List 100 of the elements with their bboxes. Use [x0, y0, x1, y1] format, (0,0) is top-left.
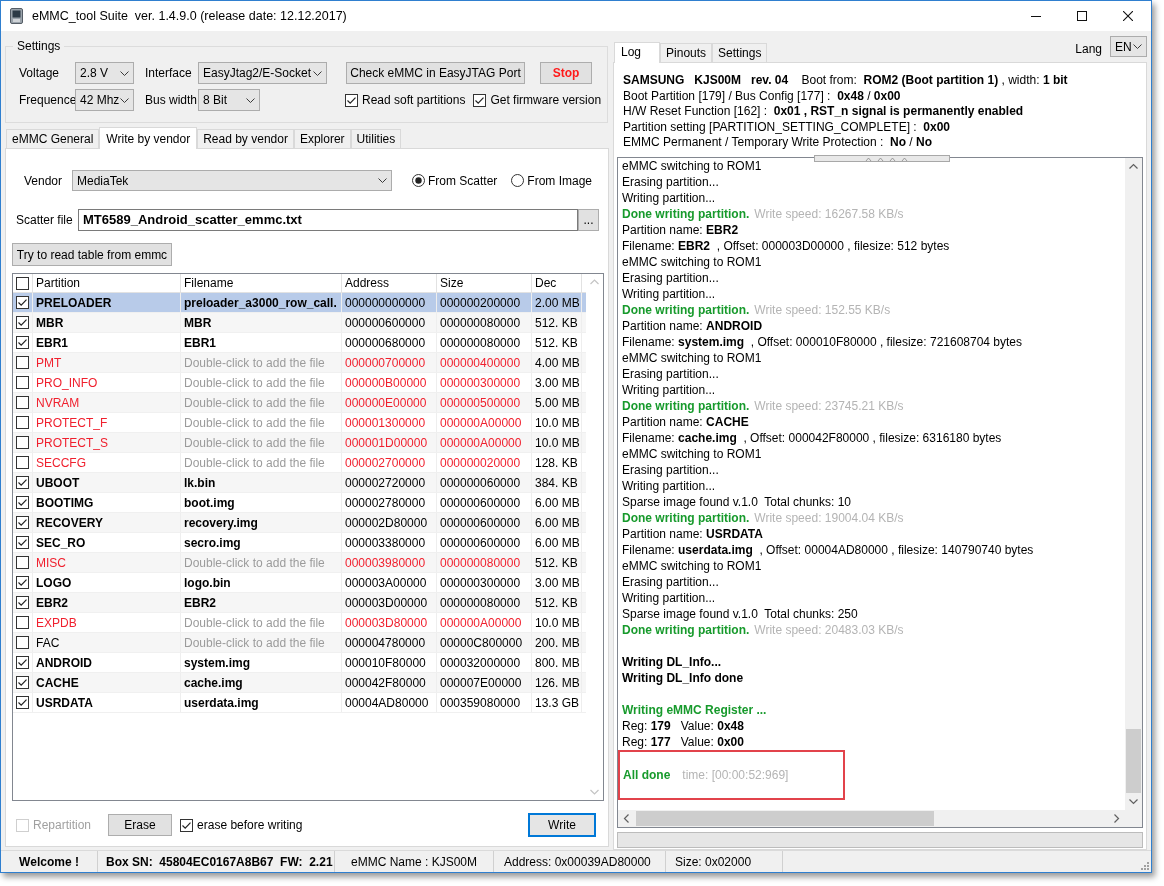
log-line: Sparse image found v.1.0 Total chunks: 250 [622, 605, 858, 622]
checkbox[interactable] [16, 376, 29, 389]
vendor-dropdown[interactable]: MediaTek [72, 170, 392, 191]
checkbox[interactable] [16, 296, 29, 309]
table-cell-text: FAC [36, 634, 60, 652]
checkbox-option[interactable]: erase before writing [180, 816, 303, 834]
table-row[interactable]: RECOVERY recovery.img 000002D80000 000000600000 6.00 MB [13, 513, 586, 533]
tab[interactable]: Utilities [350, 129, 402, 148]
vertical-scrollbar[interactable] [1125, 157, 1142, 810]
checkbox[interactable] [16, 556, 29, 569]
checkbox[interactable] [16, 496, 29, 509]
table-row[interactable]: PMT Double-click to add the file 000000700000 000000400000 4.00 MB [13, 353, 586, 373]
table-cell-text: EBR1 [184, 334, 216, 352]
table-row[interactable]: BOOTIMG boot.img 000002780000 000000600000 6.00 MB [13, 493, 586, 513]
table-row[interactable]: EBR2 EBR2 000003D00000 000000080000 512. KB [13, 593, 586, 613]
checkbox[interactable] [16, 456, 29, 469]
checkbox[interactable] [16, 436, 29, 449]
table-cell-text: RECOVERY [36, 514, 103, 532]
write-button[interactable]: Write [528, 813, 596, 837]
table-cell-text: Double-click to add the file [184, 614, 325, 632]
checkbox[interactable] [16, 596, 29, 609]
table-cell-text: PROTECT_S [36, 434, 108, 452]
tab[interactable]: Write by vendor [99, 127, 198, 149]
tab[interactable]: Read by vendor [197, 129, 294, 148]
checkbox[interactable] [16, 476, 29, 489]
table-cell-text: 000042F80000 [345, 674, 426, 692]
radio-button[interactable] [511, 174, 525, 187]
radio-option[interactable]: From Image [511, 171, 593, 190]
read-table-button[interactable]: Try to read table from emmc [12, 243, 172, 266]
checkbox[interactable] [16, 516, 29, 529]
tab[interactable]: Log [614, 42, 661, 63]
tab[interactable]: Settings [712, 43, 768, 62]
frequency-dropdown[interactable]: 42 Mhz [75, 89, 134, 111]
column-header[interactable]: Address [342, 274, 437, 292]
checkbox[interactable] [16, 336, 29, 349]
table-row[interactable]: CACHE cache.img 000042F80000 000007E00000 126. MB [13, 673, 586, 693]
checkbox[interactable] [16, 656, 29, 669]
interface-dropdown[interactable]: EasyJtag2/E-Socket [198, 62, 327, 84]
log-line: Writing eMMC Register ... [622, 701, 767, 718]
checkbox[interactable] [16, 316, 29, 329]
table-row[interactable]: PROTECT_F Double-click to add the file 000001300000 000000A00000 10.0 MB [13, 413, 586, 433]
erase-button[interactable]: Erase [108, 814, 173, 836]
checkbox[interactable] [16, 576, 29, 589]
checkbox-option[interactable]: Get firmware version [473, 91, 602, 109]
bus-width-dropdown[interactable]: 8 Bit [198, 89, 260, 111]
table-row[interactable]: SEC_RO secro.img 000003380000 000000600000 6.00 MB [13, 533, 586, 553]
language-dropdown[interactable]: EN [1110, 36, 1147, 57]
log-line: Writing partition... [622, 285, 716, 302]
detail-text: time: [00:00:52:969] [682, 766, 789, 784]
tab[interactable]: eMMC General [6, 129, 100, 148]
table-row[interactable]: ANDROID system.img 000010F80000 000032000000 800. MB [13, 653, 586, 673]
table-cell-text: MBR [36, 314, 64, 332]
column-header[interactable]: Size [437, 274, 532, 292]
tab[interactable]: Pinouts [660, 43, 713, 62]
table-row[interactable]: PRELOADER preloader_a3000_row_call. 000000000000 000000200000 2.00 MB [13, 293, 586, 313]
log-line: Writing partition... [622, 589, 716, 606]
table-cell-text: 4.00 MB [535, 354, 580, 372]
checkbox[interactable] [16, 636, 29, 649]
checkbox-option[interactable]: Read soft partitions [345, 91, 466, 109]
radio-option[interactable]: From Scatter [412, 171, 498, 190]
column-header[interactable]: Dec [532, 274, 582, 292]
column-header[interactable]: Filename [181, 274, 342, 292]
checkbox[interactable] [16, 416, 29, 429]
checkbox[interactable] [16, 616, 29, 629]
table-row[interactable]: UBOOT lk.bin 000002720000 000000060000 384. KB [13, 473, 586, 493]
table-row[interactable]: MBR MBR 000000600000 000000080000 512. KB [13, 313, 586, 333]
table-cell-text: 000000680000 [345, 334, 426, 352]
table-row[interactable]: USRDATA userdata.img 00004AD80000 000359080000 13.3 GB [13, 693, 586, 713]
voltage-dropdown[interactable]: 2.8 V [75, 62, 134, 84]
resize-grip-icon[interactable] [1140, 861, 1149, 870]
checkbox[interactable] [180, 818, 194, 832]
horizontal-scrollbar[interactable] [618, 809, 1142, 827]
table-row[interactable]: FAC Double-click to add the file 000004780000 00000C800000 200. MB [13, 633, 586, 653]
browse-button[interactable]: ... [578, 209, 599, 231]
table-row[interactable]: PRO_INFO Double-click to add the file 000000B00000 000000300000 3.00 MB [13, 373, 586, 393]
column-header[interactable]: Partition [33, 274, 181, 292]
table-row[interactable]: EXPDB Double-click to add the file 000003D80000 000000A00000 10.0 MB [13, 613, 586, 633]
status-text: Done writing partition. [622, 509, 750, 526]
scrollbar-thumb[interactable] [1126, 728, 1141, 793]
table-cell-text: 000359080000 [440, 694, 521, 712]
checkbox[interactable] [16, 356, 29, 369]
table-row[interactable]: LOGO logo.bin 000003A00000 000000300000 3.00 MB [13, 573, 586, 593]
table-row[interactable]: SECCFG Double-click to add the file 000002700000 000000020000 128. KB [13, 453, 586, 473]
checkbox[interactable] [16, 676, 29, 689]
table-row[interactable]: EBR1 EBR1 000000680000 000000080000 512. KB [13, 333, 586, 353]
checkbox[interactable] [16, 396, 29, 409]
scatter-file-field[interactable]: MT6589_Android_scatter_emmc.txt [78, 209, 578, 231]
checkbox[interactable] [473, 93, 487, 107]
tab[interactable]: Explorer [293, 129, 351, 148]
check-emmc-button[interactable]: Check eMMC in EasyJTAG Port [346, 62, 525, 84]
table-row[interactable]: NVRAM Double-click to add the file 000000E00000 000000500000 5.00 MB [13, 393, 586, 413]
checkbox[interactable] [16, 696, 29, 709]
checkbox[interactable] [16, 536, 29, 549]
checkbox[interactable] [345, 93, 358, 107]
scrollbar-thumb[interactable] [636, 810, 934, 826]
table-row[interactable]: PROTECT_S Double-click to add the file 000001D00000 000000A00000 10.0 MB [13, 433, 586, 453]
radio-button[interactable] [412, 174, 425, 187]
grip-icon[interactable] [814, 154, 950, 162]
checkbox[interactable] [16, 276, 29, 290]
table-row[interactable]: MISC Double-click to add the file 000003980000 000000080000 512. KB [13, 553, 586, 573]
